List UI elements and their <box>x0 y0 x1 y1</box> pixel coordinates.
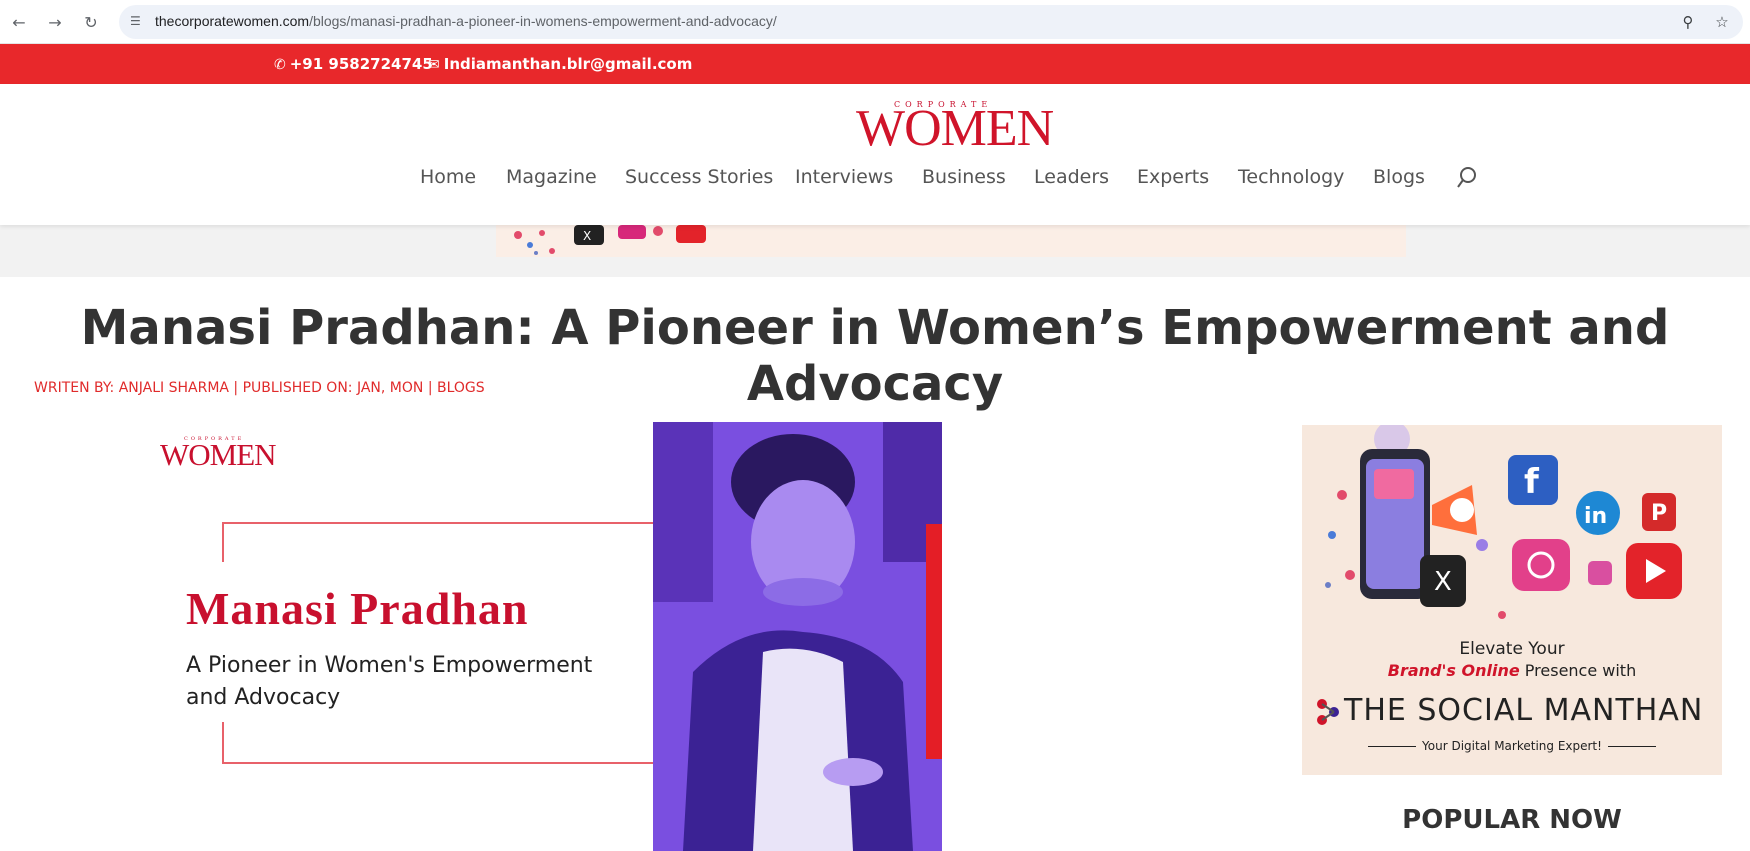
site-header: CORPORATE WOMEN Home Magazine Success St… <box>0 84 1750 225</box>
forward-arrow-icon[interactable]: → <box>42 9 68 35</box>
portrait-photo <box>653 422 942 851</box>
svg-text:P: P <box>1651 501 1667 526</box>
url-path: /blogs/manasi-pradhan-a-pioneer-in-women… <box>309 13 777 29</box>
top-banner-ad[interactable]: X <box>496 225 1406 257</box>
decorative-frame <box>222 522 678 764</box>
zoom-icon[interactable]: ⚲ <box>1678 12 1698 32</box>
svg-text:X: X <box>583 229 591 243</box>
nav-blogs[interactable]: Blogs <box>1373 166 1425 188</box>
logo-big-text: WOMEN <box>856 100 1054 157</box>
ad-highlight: Brand's Online <box>1387 661 1520 680</box>
feature-name: Manasi Pradhan <box>186 583 529 634</box>
social-icons-graphic: X f in P <box>1325 425 1682 619</box>
ad-subheadline-rest: Presence with <box>1519 661 1637 680</box>
feature-logo-big: WOMEN <box>160 437 277 472</box>
envelope-icon: ✉ <box>428 57 440 73</box>
phone-text: +91 9582724745 <box>289 55 433 73</box>
site-info-icon[interactable]: ☰ <box>130 14 146 30</box>
sidebar-ad[interactable]: X f in P Elevate Your Brand's Online Pre… <box>1302 425 1722 775</box>
nav-experts[interactable]: Experts <box>1137 166 1209 188</box>
social-manthan-logo-icon <box>1317 698 1339 725</box>
ad-brand-text: THE SOCIAL MANTHAN <box>1344 693 1704 728</box>
ad-tagline: Your Digital Marketing Expert! <box>1302 739 1722 753</box>
ad-subheadline: Brand's Online Presence with <box>1302 661 1722 680</box>
phone-link[interactable]: ✆ +91 9582724745 <box>274 55 433 73</box>
feature-logo: CORPORATE WOMEN <box>160 436 290 476</box>
bookmark-star-icon[interactable]: ☆ <box>1712 12 1732 32</box>
contact-bar: ✆ +91 9582724745 ✉ Indiamanthan.blr@gmail.… <box>0 44 1750 84</box>
popular-now-heading: POPULAR NOW <box>1402 805 1622 835</box>
ad-brand: THE SOCIAL MANTHAN <box>1314 693 1714 728</box>
phone-icon: ✆ <box>274 57 286 73</box>
reload-icon[interactable]: ↻ <box>78 9 104 35</box>
nav-interviews[interactable]: Interviews <box>795 166 893 188</box>
email-link[interactable]: ✉ Indiamanthan.blr@gmail.com <box>428 55 692 73</box>
featured-image: CORPORATE WOMEN Manasi Pradhan A Pioneer… <box>140 422 942 851</box>
browser-toolbar: ← → ↻ ☰ thecorporatewomen.com/blogs/mana… <box>0 0 1750 44</box>
svg-text:f: f <box>1524 462 1540 502</box>
feature-subtitle: A Pioneer in Women's Empowerment and Adv… <box>186 653 593 710</box>
site-logo[interactable]: CORPORATE WOMEN <box>856 99 1054 155</box>
nav-magazine[interactable]: Magazine <box>506 166 597 188</box>
tagline-line-left <box>1368 746 1417 747</box>
tagline-line-right <box>1607 746 1656 747</box>
email-text: Indiamanthan.blr@gmail.com <box>443 55 693 73</box>
nav-business[interactable]: Business <box>922 166 1006 188</box>
nav-leaders[interactable]: Leaders <box>1034 166 1109 188</box>
nav-technology[interactable]: Technology <box>1238 166 1344 188</box>
search-icon[interactable] <box>1456 166 1478 190</box>
url-text[interactable]: thecorporatewomen.com/blogs/manasi-pradh… <box>155 13 777 29</box>
article-meta: WRITEN BY: ANJALI SHARMA | PUBLISHED ON:… <box>34 380 485 396</box>
main-nav: Home Magazine Success Stories Interviews… <box>0 166 1750 196</box>
banner-graphic: X <box>514 225 706 255</box>
top-banner-area: X <box>0 225 1750 277</box>
back-arrow-icon[interactable]: ← <box>6 9 32 35</box>
portrait-graphic <box>653 422 942 851</box>
nav-success-stories[interactable]: Success Stories <box>625 166 773 188</box>
svg-text:in: in <box>1584 504 1607 529</box>
svg-text:X: X <box>1434 567 1452 597</box>
address-bar[interactable]: ☰ thecorporatewomen.com/blogs/manasi-pra… <box>119 5 1743 39</box>
nav-home[interactable]: Home <box>420 166 476 188</box>
red-accent-stripe <box>926 524 942 759</box>
url-host: thecorporatewomen.com <box>155 13 310 29</box>
ad-tagline-text: Your Digital Marketing Expert! <box>1422 739 1602 753</box>
ad-headline: Elevate Your <box>1459 639 1565 659</box>
